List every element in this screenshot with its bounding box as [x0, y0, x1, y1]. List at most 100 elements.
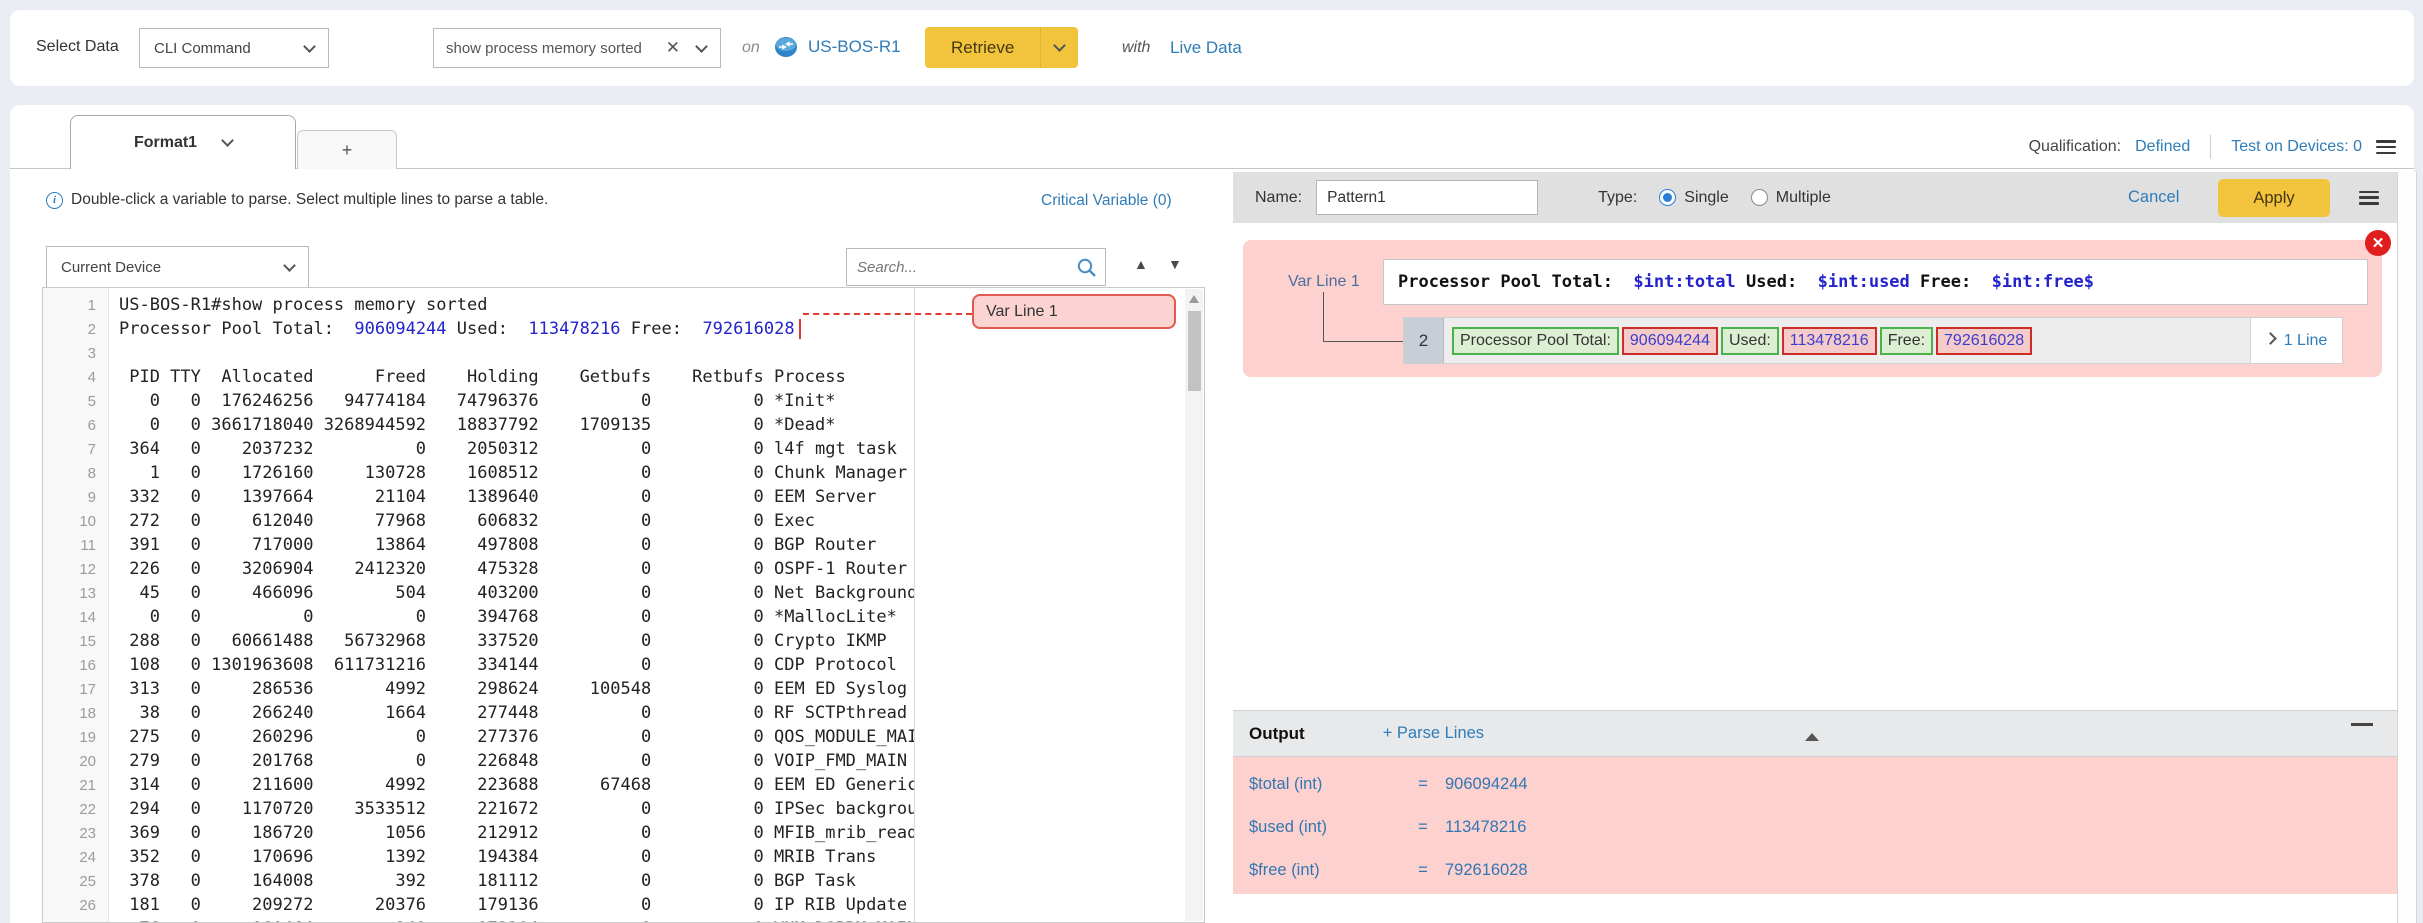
output-variable-value: 113478216: [1445, 818, 1526, 837]
search-input[interactable]: [857, 259, 1069, 276]
matched-line-row[interactable]: 2 Processor Pool Total:906094244Used:113…: [1403, 317, 2343, 364]
cli-line-text: Processor Pool Total: 906094244 Used: 11…: [119, 319, 914, 339]
device-link[interactable]: US-BOS-R1: [808, 37, 901, 57]
cli-line[interactable]: 19 275 0 260296 0 277376 0 0 QOS_MODULE_…: [43, 725, 1204, 749]
menu-icon[interactable]: [2376, 140, 2396, 154]
collapse-icon[interactable]: [1805, 716, 1823, 734]
chevron-right-icon: [2264, 332, 2277, 345]
scroll-up-arrow-icon[interactable]: [1189, 295, 1199, 303]
cli-line[interactable]: 11 391 0 717000 13864 497808 0 0 BGP Rou…: [43, 533, 1204, 557]
cli-line[interactable]: 27 76 0 160464 240 173304 0 0 VNM DSPRM …: [43, 917, 1204, 923]
retrieve-button[interactable]: Retrieve: [925, 27, 1040, 68]
cli-line-text: 38 0 266240 1664 277448 0 0 RF SCTPthrea…: [119, 703, 914, 723]
cli-line[interactable]: 3: [43, 341, 1204, 365]
chevron-down-icon[interactable]: [221, 134, 234, 147]
cli-line[interactable]: 17 313 0 286536 4992 298624 100548 0 EEM…: [43, 677, 1204, 701]
output-header: Output + Parse Lines: [1233, 710, 2397, 757]
cli-line[interactable]: 15 288 0 60661488 56732968 337520 0 0 Cr…: [43, 629, 1204, 653]
minimize-icon[interactable]: [2351, 723, 2373, 726]
cli-line[interactable]: 26 181 0 209272 20376 179136 0 0 IP RIB …: [43, 893, 1204, 917]
chevron-down-icon[interactable]: [695, 40, 708, 53]
search-box: [846, 248, 1106, 286]
type-radio-label: Multiple: [1776, 189, 1831, 207]
cancel-button[interactable]: Cancel: [2128, 188, 2179, 207]
cli-line-number: 12: [43, 561, 109, 578]
test-on-devices-link[interactable]: Test on Devices: 0: [2231, 138, 2362, 156]
scrollbar-thumb[interactable]: [1188, 311, 1201, 391]
output-variable-row: $free (int)=792616028: [1233, 849, 2397, 892]
pattern-menu-icon[interactable]: [2359, 191, 2379, 205]
cli-line[interactable]: 22 294 0 1170720 3533512 221672 0 0 IPSe…: [43, 797, 1204, 821]
cli-line[interactable]: 23 369 0 186720 1056 212912 0 0 MFIB_mri…: [43, 821, 1204, 845]
select-data-label: Select Data: [36, 38, 119, 56]
var-line-badge[interactable]: Var Line 1: [972, 294, 1176, 329]
right-panel-scrollbar[interactable]: [2397, 172, 2417, 923]
line-count-label: 1 Line: [2284, 332, 2328, 350]
matched-value-chip: 792616028: [1936, 327, 2032, 355]
cli-line[interactable]: 13 45 0 466096 504 403200 0 0 Net Backgr…: [43, 581, 1204, 605]
cli-line[interactable]: 8 1 0 1726160 130728 1608512 0 0 Chunk M…: [43, 461, 1204, 485]
command-input[interactable]: show process memory sorted ✕: [433, 28, 721, 68]
cli-line[interactable]: 5 0 0 176246256 94774184 74796376 0 0 *I…: [43, 389, 1204, 413]
cli-literal-text: Used:: [447, 319, 529, 339]
cli-line-text: 314 0 211600 4992 223688 67468 0 EEM ED …: [119, 775, 914, 795]
type-radio-single[interactable]: [1659, 189, 1676, 206]
cli-number-value: 792616028: [702, 319, 794, 339]
pattern-editor-panel: Name: Type: SingleMultiple Cancel Apply …: [1233, 172, 2397, 923]
apply-button[interactable]: Apply: [2218, 179, 2330, 217]
data-type-dropdown[interactable]: CLI Command: [139, 28, 329, 68]
parse-lines-link[interactable]: + Parse Lines: [1383, 724, 1484, 743]
cli-line[interactable]: 9 332 0 1397664 21104 1389640 0 0 EEM Se…: [43, 485, 1204, 509]
tab-format1[interactable]: Format1: [70, 115, 296, 169]
cli-line[interactable]: 7 364 0 2037232 0 2050312 0 0 l4f mgt ta…: [43, 437, 1204, 461]
search-next-button[interactable]: ▼: [1168, 256, 1182, 272]
var-line-tree-connector: [1323, 292, 1403, 342]
device-scope-value: Current Device: [61, 259, 161, 276]
cli-line-number: 17: [43, 681, 109, 698]
cli-line[interactable]: 18 38 0 266240 1664 277448 0 0 RF SCTPth…: [43, 701, 1204, 725]
cli-line-number: 15: [43, 633, 109, 650]
pattern-input[interactable]: Processor Pool Total: $int:total Used: $…: [1383, 259, 2368, 305]
cli-line[interactable]: 6 0 0 3661718040 3268944592 18837792 170…: [43, 413, 1204, 437]
chevron-down-icon: [1053, 39, 1066, 52]
output-variable-value: 906094244: [1445, 775, 1528, 794]
pattern-literal-text: Processor Pool Total:: [1398, 272, 1633, 292]
search-prev-button[interactable]: ▲: [1134, 256, 1148, 272]
line-count[interactable]: 1 Line: [2250, 318, 2342, 363]
cli-line[interactable]: 16 108 0 1301963608 611731216 334144 0 0…: [43, 653, 1204, 677]
cli-line[interactable]: 14 0 0 0 0 394768 0 0 *MallocLite*: [43, 605, 1204, 629]
cli-line-number: 4: [43, 369, 109, 386]
output-variable-name: $total (int): [1249, 775, 1401, 794]
cli-line-text: 279 0 201768 0 226848 0 0 VOIP_FMD_MAIN: [119, 751, 914, 771]
cli-line[interactable]: 25 378 0 164008 392 181112 0 0 BGP Task: [43, 869, 1204, 893]
cli-line-number: 18: [43, 705, 109, 722]
matched-line-number: 2: [1404, 318, 1444, 363]
critical-variable-link[interactable]: Critical Variable (0): [1041, 192, 1172, 210]
qualification-value-link[interactable]: Defined: [2135, 138, 2190, 156]
type-radio-multiple[interactable]: [1751, 189, 1768, 206]
cli-line[interactable]: 4 PID TTY Allocated Freed Holding Getbuf…: [43, 365, 1204, 389]
close-icon[interactable]: ✕: [2365, 230, 2391, 256]
cli-number-value: 113478216: [528, 319, 620, 339]
cli-line-text: 352 0 170696 1392 194384 0 0 MRIB Trans: [119, 847, 914, 867]
output-variable-value: 792616028: [1445, 861, 1528, 880]
cli-line-number: 7: [43, 441, 109, 458]
clear-icon[interactable]: ✕: [666, 38, 680, 58]
cli-line[interactable]: 10 272 0 612040 77968 606832 0 0 Exec: [43, 509, 1204, 533]
cli-scrollbar[interactable]: [1185, 289, 1203, 921]
retrieve-dropdown-button[interactable]: [1040, 27, 1078, 68]
device-scope-dropdown[interactable]: Current Device: [46, 246, 309, 288]
cli-line-text: 332 0 1397664 21104 1389640 0 0 EEM Serv…: [119, 487, 914, 507]
cli-line[interactable]: 20 279 0 201768 0 226848 0 0 VOIP_FMD_MA…: [43, 749, 1204, 773]
cli-line[interactable]: 24 352 0 170696 1392 194384 0 0 MRIB Tra…: [43, 845, 1204, 869]
cli-line[interactable]: 12 226 0 3206904 2412320 475328 0 0 OSPF…: [43, 557, 1204, 581]
pattern-name-input[interactable]: [1316, 180, 1538, 215]
name-label: Name:: [1255, 189, 1302, 207]
on-label: on: [742, 39, 760, 57]
add-tab-button[interactable]: +: [297, 130, 397, 169]
live-data-link[interactable]: Live Data: [1170, 38, 1242, 58]
pattern-container: ✕ Var Line 1 Processor Pool Total: $int:…: [1243, 240, 2382, 377]
cli-line[interactable]: 21 314 0 211600 4992 223688 67468 0 EEM …: [43, 773, 1204, 797]
pattern-variable-token: $int:free$: [1992, 272, 2094, 292]
cli-line-text: 364 0 2037232 0 2050312 0 0 l4f mgt task: [119, 439, 914, 459]
